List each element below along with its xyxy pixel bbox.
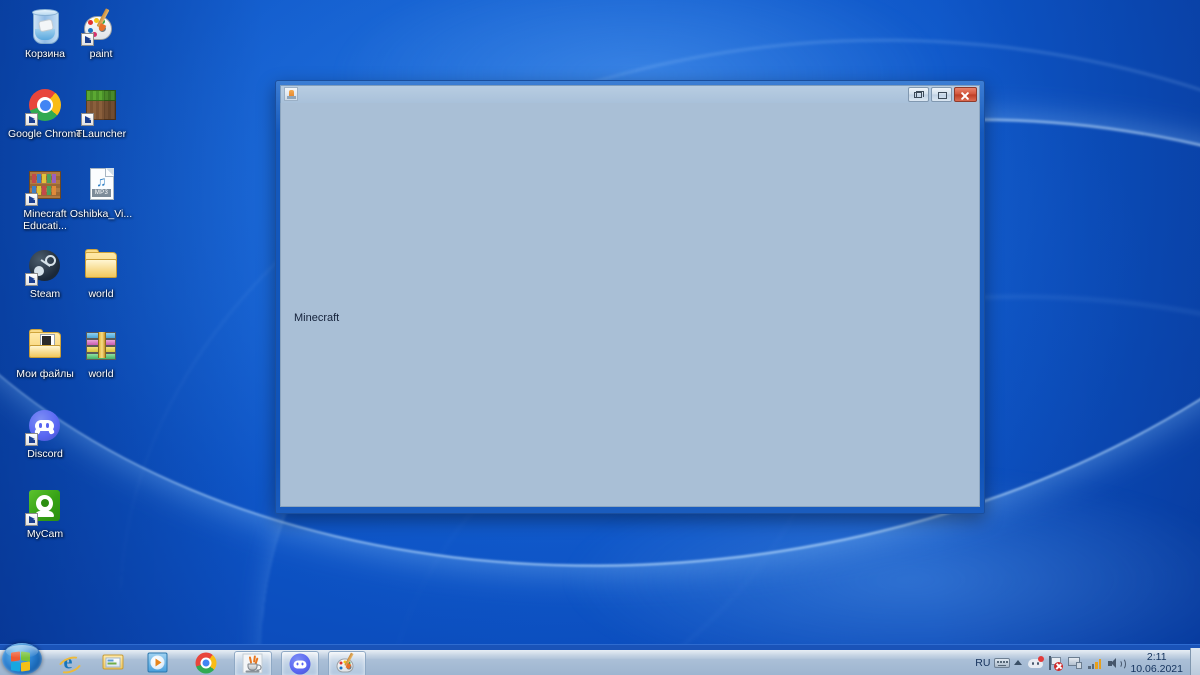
taskbar-item-internet-explorer[interactable]: e	[50, 651, 86, 675]
discord-icon	[289, 653, 311, 675]
volume-bars-icon[interactable]	[1088, 655, 1104, 671]
folder-icon	[81, 246, 121, 286]
desktop-icon-discord[interactable]: Discord	[6, 406, 84, 461]
shortcut-arrow-icon	[81, 113, 94, 126]
desktop-icon-tlauncher[interactable]: TLauncher	[62, 86, 140, 141]
java-application-icon	[284, 87, 298, 101]
window-title-bar[interactable]	[280, 85, 980, 103]
windows-media-player-icon	[147, 652, 169, 674]
discord-tray-icon[interactable]	[1028, 655, 1045, 671]
window-controls	[908, 87, 977, 102]
desktop-icon-paint[interactable]: paint	[62, 6, 140, 61]
desktop-icon-label: Oshibka_Vi...	[69, 208, 133, 220]
show-hidden-icons-icon[interactable]	[1014, 655, 1024, 671]
shortcut-arrow-icon	[25, 433, 38, 446]
desktop-icon-grid: Корзина paint Google Chrome TLauncher Mi…	[0, 0, 180, 640]
winrar-archive-icon	[81, 326, 121, 366]
paint-palette-icon	[81, 6, 121, 46]
start-button[interactable]	[2, 643, 42, 675]
window-body[interactable]: Minecraft	[280, 103, 980, 507]
windows-explorer-icon	[102, 653, 124, 674]
internet-explorer-icon: e	[55, 653, 85, 675]
shortcut-arrow-icon	[25, 193, 38, 206]
shortcut-arrow-icon	[81, 33, 94, 46]
desktop-icon-label: world	[88, 288, 114, 300]
bookshelf-crate-icon	[25, 166, 65, 206]
paint-palette-icon	[336, 652, 358, 675]
mp3-file-icon: ♫ MP3	[81, 166, 121, 206]
java-icon	[242, 653, 264, 675]
taskbar-item-paint[interactable]	[328, 651, 366, 675]
mycam-webcam-icon	[25, 486, 65, 526]
desktop-icon-label: TLauncher	[75, 128, 127, 140]
clock-date: 10.06.2021	[1130, 663, 1183, 675]
taskbar-item-google-chrome[interactable]	[188, 651, 224, 675]
desktop[interactable]: Корзина paint Google Chrome TLauncher Mi…	[0, 0, 1200, 675]
steam-icon	[25, 246, 65, 286]
google-chrome-icon	[25, 86, 65, 126]
network-icon[interactable]	[1068, 655, 1084, 671]
taskbar[interactable]: e RU 2:11 10.06.2021	[0, 643, 1200, 675]
desktop-icon-label: MyCam	[26, 528, 64, 540]
desktop-icon-mycam[interactable]: MyCam	[6, 486, 84, 541]
minecraft-launcher-window[interactable]: Minecraft	[275, 80, 985, 514]
system-tray: RU 2:11 10.06.2021	[975, 648, 1200, 675]
desktop-icon-oshibka-mp3[interactable]: ♫ MP3 Oshibka_Vi...	[62, 166, 140, 221]
clock[interactable]: 2:11 10.06.2021	[1130, 651, 1183, 675]
window-content-label: Minecraft	[294, 312, 340, 324]
taskbar-item-windows-explorer[interactable]	[95, 651, 131, 675]
language-indicator[interactable]: RU	[975, 657, 990, 669]
taskbar-item-minecraft-java[interactable]	[234, 651, 272, 675]
recycle-bin-icon	[25, 6, 65, 46]
minecraft-grass-block-icon	[81, 86, 121, 126]
shortcut-arrow-icon	[25, 273, 38, 286]
desktop-icon-world-folder[interactable]: world	[62, 246, 140, 301]
action-center-flag-icon[interactable]	[1048, 655, 1064, 671]
desktop-icon-world-archive[interactable]: world	[62, 326, 140, 381]
my-files-folder-icon	[25, 326, 65, 366]
shortcut-arrow-icon	[25, 513, 38, 526]
keyboard-layout-icon[interactable]	[994, 655, 1011, 671]
discord-icon	[25, 406, 65, 446]
close-button[interactable]	[954, 87, 977, 102]
speaker-icon[interactable]	[1108, 655, 1127, 671]
show-desktop-button[interactable]	[1190, 648, 1200, 675]
desktop-icon-label: Discord	[27, 448, 63, 460]
shortcut-arrow-icon	[25, 113, 38, 126]
google-chrome-icon	[195, 652, 217, 674]
clock-time: 2:11	[1146, 651, 1167, 663]
desktop-icon-label: world	[88, 368, 114, 380]
desktop-icon-label: paint	[89, 48, 113, 60]
maximize-button[interactable]	[931, 87, 952, 102]
taskbar-item-discord[interactable]	[281, 651, 319, 675]
taskbar-item-windows-media-player[interactable]	[140, 651, 176, 675]
restore-down-button[interactable]	[908, 87, 929, 102]
